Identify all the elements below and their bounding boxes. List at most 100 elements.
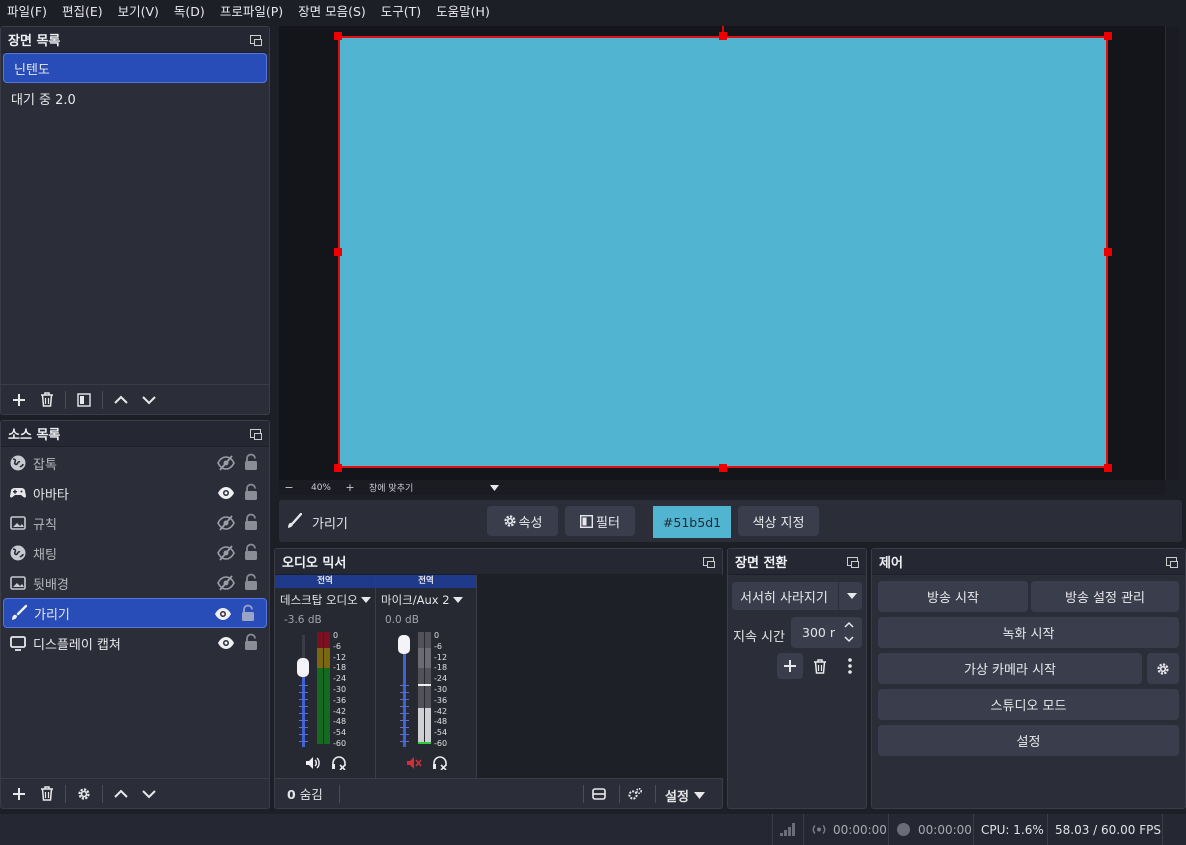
menu-item[interactable]: 독(D) (167, 0, 213, 24)
more-vertical-icon (848, 658, 852, 674)
volume-fader-handle[interactable] (398, 635, 410, 654)
move-source-up-button[interactable] (107, 781, 135, 807)
speaker-icon[interactable] (305, 756, 321, 770)
transform-handle[interactable] (334, 248, 342, 256)
eye-icon[interactable] (214, 605, 232, 623)
move-source-down-button[interactable] (135, 781, 163, 807)
spin-down-icon[interactable] (844, 636, 854, 643)
lock-icon[interactable] (243, 633, 259, 651)
lock-icon[interactable] (243, 543, 259, 561)
transition-menu-button[interactable] (836, 653, 864, 679)
trash-icon (814, 658, 826, 674)
menu-item[interactable]: 파일(F) (0, 0, 55, 24)
mixer-toolbar: 0 숨김 설정 (275, 778, 722, 808)
transform-handle[interactable] (1104, 464, 1112, 472)
source-item[interactable]: 아바타 (1, 478, 269, 508)
eye-icon[interactable] (217, 634, 235, 652)
channel-name-dropdown[interactable]: 데스크탑 오디오 (280, 592, 372, 608)
preview-canvas[interactable] (338, 36, 1108, 468)
vcam-settings-button[interactable] (1147, 653, 1179, 684)
source-item[interactable]: 규칙 (1, 508, 269, 538)
lock-icon[interactable] (243, 453, 259, 471)
zoom-out-button[interactable]: − (279, 481, 299, 494)
settings-button[interactable]: 설정 (878, 725, 1179, 756)
eye-off-icon[interactable] (217, 454, 235, 472)
preview-area[interactable] (279, 26, 1165, 480)
scenes-toolbar (1, 384, 269, 414)
channel-name-dropdown[interactable]: 마이크/Aux 2 (381, 592, 473, 608)
menu-item[interactable]: 편집(E) (55, 0, 111, 24)
remove-source-button[interactable] (33, 781, 61, 807)
advanced-audio-button[interactable] (621, 781, 649, 807)
headphones-icon[interactable] (331, 756, 347, 770)
gear-icon (503, 515, 516, 527)
zoom-fit-select[interactable]: 창에 맞추기 (369, 481, 499, 494)
transform-handle[interactable] (1104, 32, 1112, 40)
scene-item[interactable]: 대기 중 2.0 (1, 83, 269, 113)
float-dock-icon[interactable] (847, 557, 859, 568)
add-transition-button[interactable] (777, 653, 803, 679)
menu-item[interactable]: 보기(V) (111, 0, 167, 24)
eye-off-icon[interactable] (217, 514, 235, 532)
scene-filters-button[interactable] (70, 387, 98, 413)
scene-item[interactable]: 닌텐도 (3, 53, 267, 83)
start-record-button[interactable]: 녹화 시작 (878, 617, 1179, 648)
eye-icon[interactable] (217, 484, 235, 502)
transform-handle[interactable] (1104, 248, 1112, 256)
eye-off-icon[interactable] (217, 544, 235, 562)
lock-icon[interactable] (243, 483, 259, 501)
studio-mode-button[interactable]: 스튜디오 모드 (878, 689, 1179, 720)
eye-off-icon[interactable] (217, 574, 235, 592)
float-dock-icon[interactable] (250, 35, 262, 46)
menu-item[interactable]: 도움말(H) (429, 0, 498, 24)
headphones-icon[interactable] (432, 756, 448, 770)
transform-handle[interactable] (719, 464, 727, 472)
menu-item[interactable]: 도구(T) (374, 0, 429, 24)
source-item[interactable]: 가리기 (3, 598, 267, 628)
transition-select[interactable]: 서서히 사라지기 (732, 582, 862, 610)
filters-button[interactable]: 필터 (565, 506, 635, 536)
volume-fader-handle[interactable] (297, 658, 309, 677)
start-stream-button[interactable]: 방송 시작 (878, 581, 1028, 612)
start-vcam-button[interactable]: 가상 카메라 시작 (878, 653, 1142, 684)
zoom-in-button[interactable]: + (343, 481, 357, 494)
properties-button[interactable]: 속성 (487, 506, 558, 536)
transform-handle[interactable] (334, 464, 342, 472)
toolbar-separator (339, 785, 340, 803)
add-source-button[interactable] (5, 781, 33, 807)
add-scene-button[interactable] (5, 387, 33, 413)
mixer-settings-dropdown[interactable]: 설정 (665, 786, 705, 805)
preview-vertical-scrollbar[interactable] (1165, 26, 1179, 480)
muted-speaker-icon[interactable] (406, 756, 422, 770)
fps-display: 58.03 / 60.00 FPS (1055, 823, 1161, 837)
remove-scene-button[interactable] (33, 387, 61, 413)
menu-item[interactable]: 프로파일(P) (213, 0, 291, 24)
float-dock-icon[interactable] (1166, 557, 1178, 568)
spin-up-icon[interactable] (844, 621, 854, 628)
rotation-handle[interactable] (722, 26, 724, 34)
stream-settings-button[interactable]: 방송 설정 관리 (1031, 581, 1179, 612)
sources-title: 소스 목록 (8, 428, 61, 443)
trash-icon (41, 786, 53, 801)
float-dock-icon[interactable] (250, 429, 262, 440)
float-dock-icon[interactable] (703, 557, 715, 568)
menu-item[interactable]: 장면 모음(S) (291, 0, 374, 24)
mixer-layout-button[interactable] (585, 781, 613, 807)
lock-icon[interactable] (243, 573, 259, 591)
remove-transition-button[interactable] (806, 653, 834, 679)
lock-icon[interactable] (243, 513, 259, 531)
meter-scale-label: -18 (333, 663, 347, 673)
source-item[interactable]: 잡톡 (1, 448, 269, 478)
source-item[interactable]: 채팅 (1, 538, 269, 568)
move-scene-up-button[interactable] (107, 387, 135, 413)
duration-spinbox[interactable]: 300 r (791, 617, 862, 648)
set-color-button[interactable]: 색상 지정 (738, 506, 819, 536)
source-item[interactable]: 뒷배경 (1, 568, 269, 598)
source-item[interactable]: 디스플레이 캡쳐 (1, 628, 269, 658)
move-scene-down-button[interactable] (135, 387, 163, 413)
source-properties-button[interactable] (70, 781, 98, 807)
menu-bar: 파일(F) 편집(E) 보기(V) 독(D) 프로파일(P) 장면 모음(S) 도구(T) 도… (0, 0, 1186, 24)
transform-handle[interactable] (334, 32, 342, 40)
lock-icon[interactable] (240, 604, 256, 622)
audio-mixer-dock: 오디오 믹서 전역 데스크탑 오디오 -3.6 dB 0 -6 -12 -18 -24 -30-… (274, 548, 723, 809)
